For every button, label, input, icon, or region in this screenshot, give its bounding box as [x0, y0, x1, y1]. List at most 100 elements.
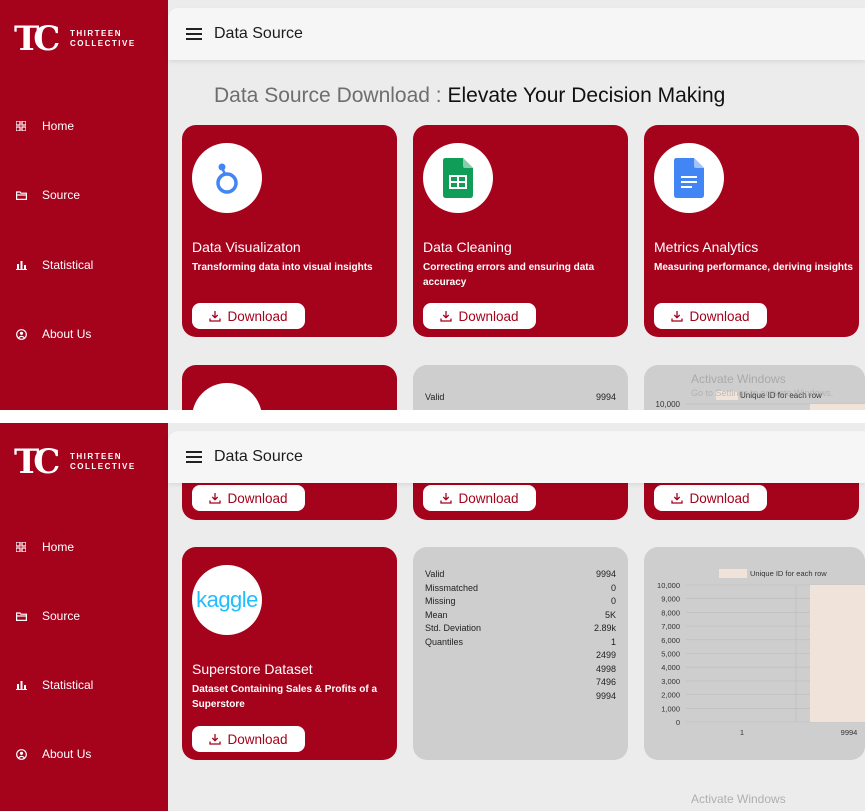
card-superstore-dataset-partial: kaggle [182, 365, 397, 410]
nav-item-source[interactable]: Source [14, 606, 80, 626]
y-tick-label: 9,000 [661, 595, 680, 604]
download-button[interactable]: Download [192, 726, 305, 752]
nav-item-about-us[interactable]: About Us [14, 324, 91, 344]
stat-row: 7496 [425, 677, 616, 689]
card-data-visualization: Data Visualizaton Transforming data into… [182, 125, 397, 337]
nav-item-statistical[interactable]: Statistical [14, 675, 93, 695]
download-icon [440, 311, 453, 322]
card-desc: Dataset Containing Sales & Profits of a … [192, 684, 378, 710]
card-title: Data Visualizaton [192, 239, 301, 255]
grid-icon [14, 540, 28, 554]
stat-value: 1 [610, 636, 616, 647]
looker-studio-icon [192, 143, 262, 213]
bar-chart-icon [14, 678, 28, 692]
stat-value: 2499 [595, 650, 616, 660]
download-button[interactable]: Download [192, 485, 305, 511]
chart-panel: Unique ID for each row 10,000 9,000 8,000 7… [644, 547, 865, 760]
stat-row: Missing 0 [425, 596, 616, 608]
brand-line2: COLLECTIVE [70, 39, 136, 48]
stat-row: Mean 5K [425, 610, 616, 622]
screenshot-top: TC THIRTEEN COLLECTIVE Home Source Stati… [0, 0, 865, 410]
kaggle-logo: kaggle [192, 383, 262, 410]
brand-line1: THIRTEEN [70, 29, 122, 38]
legend-label: Unique ID for each row [750, 569, 827, 578]
card-desc: Measuring performance, deriving insights [654, 262, 853, 273]
stat-label: Quantiles [425, 636, 464, 647]
card-title: Superstore Dataset [192, 661, 313, 677]
download-button[interactable]: Download [654, 303, 767, 329]
y-tick-label: 1,000 [661, 704, 680, 713]
stat-value: 0 [610, 596, 616, 606]
bar-chart-icon [14, 258, 28, 272]
card-desc: Correcting errors and ensuring data accu… [423, 262, 595, 288]
card-data-cleaning: Data Cleaning Correcting errors and ensu… [413, 125, 628, 337]
topbar-title: Data Source [214, 25, 303, 42]
grid-icon [14, 119, 28, 133]
screenshot-bottom: TC THIRTEEN COLLECTIVE Home Source Stati… [0, 423, 865, 811]
hamburger-menu-icon[interactable] [186, 28, 202, 40]
activate-windows-watermark: Activate Windows [691, 792, 786, 806]
nav-item-source[interactable]: Source [14, 185, 80, 205]
brand-line2: COLLECTIVE [70, 462, 136, 471]
stat-value: 5K [604, 609, 616, 620]
y-tick-label: 8,000 [661, 608, 680, 617]
download-icon [209, 493, 222, 504]
card-metrics-analytics: Metrics Analytics Measuring performance,… [644, 125, 859, 337]
card-title: Data Cleaning [423, 239, 512, 255]
download-button[interactable]: Download [654, 485, 767, 511]
brand-logo[interactable]: TC THIRTEEN COLLECTIVE [14, 445, 154, 479]
download-icon [209, 311, 222, 322]
stat-row: Valid 9994 [425, 569, 616, 581]
nav-label-statistical: Statistical [42, 678, 94, 692]
stat-value: 9994 [595, 690, 616, 701]
nav-label-home: Home [42, 540, 75, 554]
y-tick-label: 5,000 [661, 650, 680, 659]
stat-label: Missing [425, 596, 456, 606]
stat-value: 4998 [595, 663, 616, 674]
tc-logo-mark: TC [14, 19, 60, 59]
y-tick-label: 10,000 [656, 400, 681, 409]
download-button[interactable]: Download [423, 485, 536, 511]
stat-row: Quantiles 1 [425, 637, 616, 649]
brand-logo[interactable]: TC THIRTEEN COLLECTIVE [14, 22, 154, 56]
google-sheets-icon [423, 143, 493, 213]
y-tick-label: 7,000 [661, 622, 680, 631]
stat-value: 9994 [595, 569, 616, 579]
stat-label: Mean [425, 609, 448, 620]
topbar-title: Data Source [214, 448, 303, 465]
nav-item-home[interactable]: Home [14, 537, 74, 557]
stat-row: Std. Deviation 2.89k [425, 623, 616, 635]
nav-item-statistical[interactable]: Statistical [14, 255, 93, 275]
download-button[interactable]: Download [192, 303, 305, 329]
y-tick-label: 10,000 [657, 581, 680, 590]
activate-windows-watermark: Activate Windows [691, 372, 786, 386]
x-tick-label: 1 [740, 728, 744, 737]
top-bar: Data Source [168, 8, 865, 60]
sidebar: TC THIRTEEN COLLECTIVE Home Source Stati… [0, 0, 168, 410]
stat-row: 4998 [425, 664, 616, 676]
download-button[interactable]: Download [423, 303, 536, 329]
download-icon [209, 734, 222, 745]
hamburger-menu-icon[interactable] [186, 451, 202, 463]
user-circle-icon [14, 747, 28, 761]
nav-item-about-us[interactable]: About Us [14, 744, 91, 764]
stat-row: 9994 [425, 691, 616, 703]
page-heading: Data Source Download : Elevate Your Deci… [214, 84, 726, 107]
download-icon [440, 493, 453, 504]
nav-label-about-us: About Us [42, 327, 92, 341]
nav-item-home[interactable]: Home [14, 116, 74, 136]
stat-value: 0 [610, 582, 616, 593]
stats-panel-partial: Valid 9994 [413, 365, 628, 410]
bar [810, 585, 865, 722]
activate-windows-hint: Go to Settings to activate Windows. [691, 388, 834, 398]
top-bar: Data Source [168, 431, 865, 483]
stat-label: Missmatched [425, 582, 479, 593]
nav-label-statistical: Statistical [42, 258, 94, 272]
legend-swatch [719, 569, 747, 578]
unique-id-chart: Unique ID for each row 10,000 9,000 8,000 7… [657, 569, 865, 737]
stat-label: Valid [425, 569, 445, 579]
sidebar: TC THIRTEEN COLLECTIVE Home Source Stati… [0, 423, 168, 811]
stat-row: 2499 [425, 650, 616, 662]
user-circle-icon [14, 327, 28, 341]
folder-icon [14, 188, 28, 202]
